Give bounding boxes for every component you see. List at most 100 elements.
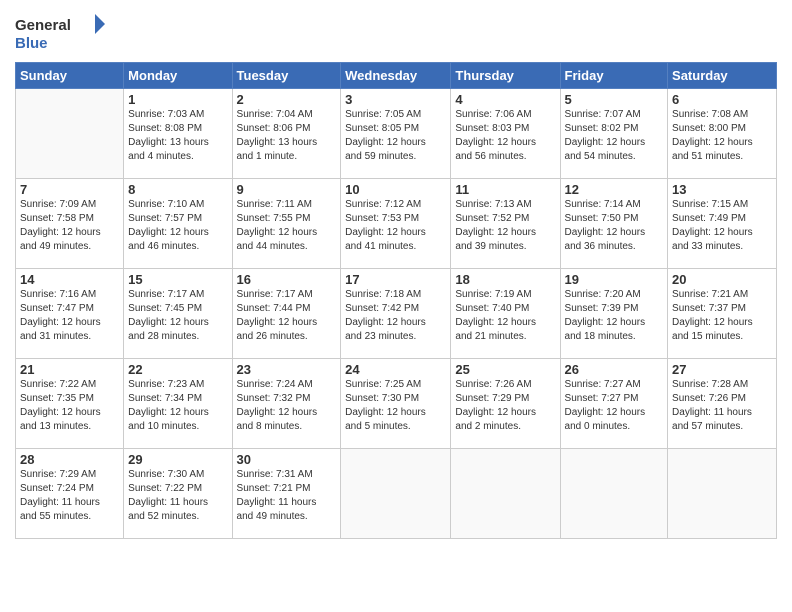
- day-number: 1: [128, 92, 227, 107]
- day-header-monday: Monday: [124, 63, 232, 89]
- day-info: Sunrise: 7:24 AM Sunset: 7:32 PM Dayligh…: [237, 378, 337, 434]
- calendar-cell: 23Sunrise: 7:24 AM Sunset: 7:32 PM Dayli…: [232, 359, 341, 449]
- calendar-cell: [560, 449, 668, 539]
- day-number: 30: [237, 452, 337, 467]
- calendar-cell: 24Sunrise: 7:25 AM Sunset: 7:30 PM Dayli…: [341, 359, 451, 449]
- day-header-thursday: Thursday: [451, 63, 560, 89]
- day-number: 5: [565, 92, 664, 107]
- day-number: 23: [237, 362, 337, 377]
- day-number: 7: [20, 182, 119, 197]
- calendar-cell: 7Sunrise: 7:09 AM Sunset: 7:58 PM Daylig…: [16, 179, 124, 269]
- calendar-cell: 12Sunrise: 7:14 AM Sunset: 7:50 PM Dayli…: [560, 179, 668, 269]
- day-number: 25: [455, 362, 555, 377]
- day-header-wednesday: Wednesday: [341, 63, 451, 89]
- calendar-cell: 2Sunrise: 7:04 AM Sunset: 8:06 PM Daylig…: [232, 89, 341, 179]
- day-number: 29: [128, 452, 227, 467]
- day-info: Sunrise: 7:10 AM Sunset: 7:57 PM Dayligh…: [128, 198, 227, 254]
- day-number: 24: [345, 362, 446, 377]
- day-info: Sunrise: 7:29 AM Sunset: 7:24 PM Dayligh…: [20, 468, 119, 524]
- day-info: Sunrise: 7:12 AM Sunset: 7:53 PM Dayligh…: [345, 198, 446, 254]
- calendar-cell: 21Sunrise: 7:22 AM Sunset: 7:35 PM Dayli…: [16, 359, 124, 449]
- day-info: Sunrise: 7:26 AM Sunset: 7:29 PM Dayligh…: [455, 378, 555, 434]
- calendar-cell: 15Sunrise: 7:17 AM Sunset: 7:45 PM Dayli…: [124, 269, 232, 359]
- svg-text:General: General: [15, 17, 71, 34]
- day-info: Sunrise: 7:06 AM Sunset: 8:03 PM Dayligh…: [455, 108, 555, 164]
- day-info: Sunrise: 7:07 AM Sunset: 8:02 PM Dayligh…: [565, 108, 664, 164]
- day-number: 13: [672, 182, 772, 197]
- logo: General Blue: [15, 10, 105, 54]
- day-number: 19: [565, 272, 664, 287]
- calendar-cell: [451, 449, 560, 539]
- day-number: 3: [345, 92, 446, 107]
- day-header-tuesday: Tuesday: [232, 63, 341, 89]
- day-info: Sunrise: 7:11 AM Sunset: 7:55 PM Dayligh…: [237, 198, 337, 254]
- calendar-cell: 14Sunrise: 7:16 AM Sunset: 7:47 PM Dayli…: [16, 269, 124, 359]
- svg-text:Blue: Blue: [15, 35, 48, 52]
- day-info: Sunrise: 7:05 AM Sunset: 8:05 PM Dayligh…: [345, 108, 446, 164]
- day-info: Sunrise: 7:16 AM Sunset: 7:47 PM Dayligh…: [20, 288, 119, 344]
- calendar-cell: [341, 449, 451, 539]
- day-info: Sunrise: 7:04 AM Sunset: 8:06 PM Dayligh…: [237, 108, 337, 164]
- day-number: 12: [565, 182, 664, 197]
- day-number: 21: [20, 362, 119, 377]
- calendar-cell: 17Sunrise: 7:18 AM Sunset: 7:42 PM Dayli…: [341, 269, 451, 359]
- calendar-cell: 11Sunrise: 7:13 AM Sunset: 7:52 PM Dayli…: [451, 179, 560, 269]
- calendar-table: SundayMondayTuesdayWednesdayThursdayFrid…: [15, 62, 777, 539]
- day-info: Sunrise: 7:09 AM Sunset: 7:58 PM Dayligh…: [20, 198, 119, 254]
- day-info: Sunrise: 7:25 AM Sunset: 7:30 PM Dayligh…: [345, 378, 446, 434]
- calendar-cell: 8Sunrise: 7:10 AM Sunset: 7:57 PM Daylig…: [124, 179, 232, 269]
- day-number: 28: [20, 452, 119, 467]
- day-header-saturday: Saturday: [668, 63, 777, 89]
- calendar-cell: 13Sunrise: 7:15 AM Sunset: 7:49 PM Dayli…: [668, 179, 777, 269]
- day-number: 20: [672, 272, 772, 287]
- day-number: 8: [128, 182, 227, 197]
- calendar-cell: 6Sunrise: 7:08 AM Sunset: 8:00 PM Daylig…: [668, 89, 777, 179]
- day-number: 2: [237, 92, 337, 107]
- day-number: 17: [345, 272, 446, 287]
- day-info: Sunrise: 7:15 AM Sunset: 7:49 PM Dayligh…: [672, 198, 772, 254]
- day-info: Sunrise: 7:18 AM Sunset: 7:42 PM Dayligh…: [345, 288, 446, 344]
- calendar-week-3: 14Sunrise: 7:16 AM Sunset: 7:47 PM Dayli…: [16, 269, 777, 359]
- calendar-cell: 19Sunrise: 7:20 AM Sunset: 7:39 PM Dayli…: [560, 269, 668, 359]
- day-number: 27: [672, 362, 772, 377]
- day-info: Sunrise: 7:20 AM Sunset: 7:39 PM Dayligh…: [565, 288, 664, 344]
- day-number: 11: [455, 182, 555, 197]
- day-info: Sunrise: 7:31 AM Sunset: 7:21 PM Dayligh…: [237, 468, 337, 524]
- calendar-week-4: 21Sunrise: 7:22 AM Sunset: 7:35 PM Dayli…: [16, 359, 777, 449]
- day-info: Sunrise: 7:21 AM Sunset: 7:37 PM Dayligh…: [672, 288, 772, 344]
- day-info: Sunrise: 7:17 AM Sunset: 7:45 PM Dayligh…: [128, 288, 227, 344]
- day-info: Sunrise: 7:17 AM Sunset: 7:44 PM Dayligh…: [237, 288, 337, 344]
- logo-svg: General Blue: [15, 10, 105, 54]
- day-info: Sunrise: 7:30 AM Sunset: 7:22 PM Dayligh…: [128, 468, 227, 524]
- day-number: 15: [128, 272, 227, 287]
- day-number: 26: [565, 362, 664, 377]
- calendar-cell: 18Sunrise: 7:19 AM Sunset: 7:40 PM Dayli…: [451, 269, 560, 359]
- day-number: 16: [237, 272, 337, 287]
- day-info: Sunrise: 7:08 AM Sunset: 8:00 PM Dayligh…: [672, 108, 772, 164]
- calendar-cell: 22Sunrise: 7:23 AM Sunset: 7:34 PM Dayli…: [124, 359, 232, 449]
- page-header: General Blue: [15, 10, 777, 54]
- calendar-cell: 3Sunrise: 7:05 AM Sunset: 8:05 PM Daylig…: [341, 89, 451, 179]
- calendar-cell: 27Sunrise: 7:28 AM Sunset: 7:26 PM Dayli…: [668, 359, 777, 449]
- day-header-sunday: Sunday: [16, 63, 124, 89]
- calendar-week-2: 7Sunrise: 7:09 AM Sunset: 7:58 PM Daylig…: [16, 179, 777, 269]
- calendar-cell: 9Sunrise: 7:11 AM Sunset: 7:55 PM Daylig…: [232, 179, 341, 269]
- day-info: Sunrise: 7:22 AM Sunset: 7:35 PM Dayligh…: [20, 378, 119, 434]
- day-info: Sunrise: 7:19 AM Sunset: 7:40 PM Dayligh…: [455, 288, 555, 344]
- calendar-header-row: SundayMondayTuesdayWednesdayThursdayFrid…: [16, 63, 777, 89]
- calendar-week-5: 28Sunrise: 7:29 AM Sunset: 7:24 PM Dayli…: [16, 449, 777, 539]
- calendar-cell: 5Sunrise: 7:07 AM Sunset: 8:02 PM Daylig…: [560, 89, 668, 179]
- day-number: 9: [237, 182, 337, 197]
- calendar-cell: 10Sunrise: 7:12 AM Sunset: 7:53 PM Dayli…: [341, 179, 451, 269]
- day-number: 4: [455, 92, 555, 107]
- calendar-cell: 4Sunrise: 7:06 AM Sunset: 8:03 PM Daylig…: [451, 89, 560, 179]
- calendar-cell: 28Sunrise: 7:29 AM Sunset: 7:24 PM Dayli…: [16, 449, 124, 539]
- calendar-cell: 25Sunrise: 7:26 AM Sunset: 7:29 PM Dayli…: [451, 359, 560, 449]
- calendar-cell: 26Sunrise: 7:27 AM Sunset: 7:27 PM Dayli…: [560, 359, 668, 449]
- day-info: Sunrise: 7:03 AM Sunset: 8:08 PM Dayligh…: [128, 108, 227, 164]
- day-info: Sunrise: 7:23 AM Sunset: 7:34 PM Dayligh…: [128, 378, 227, 434]
- day-header-friday: Friday: [560, 63, 668, 89]
- calendar-week-1: 1Sunrise: 7:03 AM Sunset: 8:08 PM Daylig…: [16, 89, 777, 179]
- calendar-cell: 16Sunrise: 7:17 AM Sunset: 7:44 PM Dayli…: [232, 269, 341, 359]
- calendar-cell: 20Sunrise: 7:21 AM Sunset: 7:37 PM Dayli…: [668, 269, 777, 359]
